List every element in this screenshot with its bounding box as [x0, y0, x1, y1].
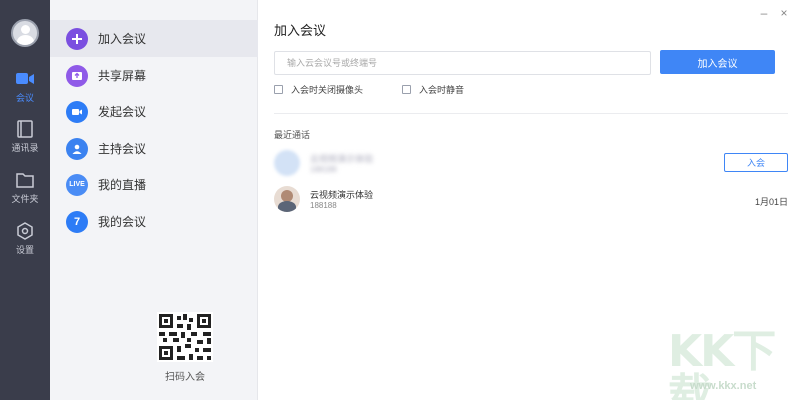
recent-call-number: 188188	[310, 165, 337, 174]
avatar	[274, 186, 300, 212]
minimize-icon[interactable]: –	[757, 6, 771, 20]
close-icon[interactable]: ×	[777, 6, 791, 20]
menu-item-label: 我的直播	[98, 178, 147, 192]
qr-code-icon[interactable]	[157, 312, 213, 362]
live-icon: LIVE	[66, 173, 88, 196]
recent-call-item[interactable]: 云视频演示体验 188188 1月01日	[274, 186, 788, 216]
rail-item-label: 设置	[15, 245, 34, 255]
meeting-number-input[interactable]	[274, 51, 651, 75]
checkbox-box[interactable]	[402, 85, 411, 94]
qr-label: 扫码入会	[165, 372, 205, 383]
menu-item-share-screen[interactable]: 共享屏幕	[50, 57, 258, 94]
divider	[274, 113, 788, 114]
recent-call-name: 云视频演示体验	[310, 190, 374, 200]
rail-item-folder[interactable]: 文件夹	[0, 171, 50, 215]
checkbox-box[interactable]	[274, 85, 283, 94]
menu-item-label: 主持会议	[98, 142, 147, 156]
host-icon	[66, 137, 88, 160]
rail-item-label: 文件夹	[11, 194, 39, 204]
recent-call-name: 云视频演示体验	[310, 154, 374, 164]
recent-call-number: 188188	[310, 201, 337, 210]
checkbox-label: 入会时关闭摄像头	[291, 85, 364, 95]
rejoin-button[interactable]: 入会	[724, 153, 788, 172]
mute-checkbox[interactable]: 入会时静音	[402, 83, 464, 96]
video-icon	[66, 100, 88, 123]
menu-item-label: 共享屏幕	[98, 69, 147, 83]
menu-item-label: 发起会议	[98, 105, 147, 119]
menu-item-start-meeting[interactable]: 发起会议	[50, 93, 258, 130]
camera-off-checkbox[interactable]: 入会时关闭摄像头	[274, 83, 363, 96]
share-screen-icon	[66, 64, 88, 87]
avatar	[274, 150, 300, 176]
menu-item-host-meeting[interactable]: 主持会议	[50, 130, 258, 167]
page-title: 加入会议	[274, 23, 327, 38]
menu-item-label: 我的会议	[98, 215, 147, 229]
checkbox-label: 入会时静音	[419, 85, 465, 95]
menu-item-label: 加入会议	[98, 32, 147, 46]
rail-item-meetings[interactable]: 会议	[0, 70, 50, 114]
user-avatar[interactable]	[11, 19, 39, 47]
folder-icon	[16, 173, 34, 188]
settings-icon	[17, 222, 33, 240]
video-camera-icon	[16, 73, 34, 84]
recent-calls-title: 最近通话	[274, 130, 311, 140]
app-rail: 会议 通讯录 文件夹 设置	[0, 0, 50, 400]
calendar-icon: 7	[66, 210, 88, 233]
rail-item-contacts[interactable]: 通讯录	[0, 120, 50, 164]
rail-item-settings[interactable]: 设置	[0, 222, 50, 266]
contacts-icon	[17, 120, 33, 138]
plus-icon	[66, 27, 88, 50]
menu-item-my-live[interactable]: LIVE 我的直播	[50, 166, 258, 203]
watermark-url: www.kkx.net	[690, 380, 757, 392]
rail-item-label: 通讯录	[11, 143, 39, 153]
rail-item-label: 会议	[15, 93, 34, 103]
recent-call-item[interactable]: 云视频演示体验 188188 入会	[274, 150, 788, 180]
menu-item-my-meetings[interactable]: 7 我的会议	[50, 203, 258, 240]
recent-call-date: 1月01日	[754, 197, 788, 207]
join-meeting-button[interactable]: 加入会议	[660, 50, 775, 74]
menu-item-join-meeting[interactable]: 加入会议	[50, 20, 258, 57]
function-menu: 加入会议 共享屏幕 发起会议 主持会议 LIVE 我的直播 7 我的会议 扫码入…	[50, 0, 258, 400]
